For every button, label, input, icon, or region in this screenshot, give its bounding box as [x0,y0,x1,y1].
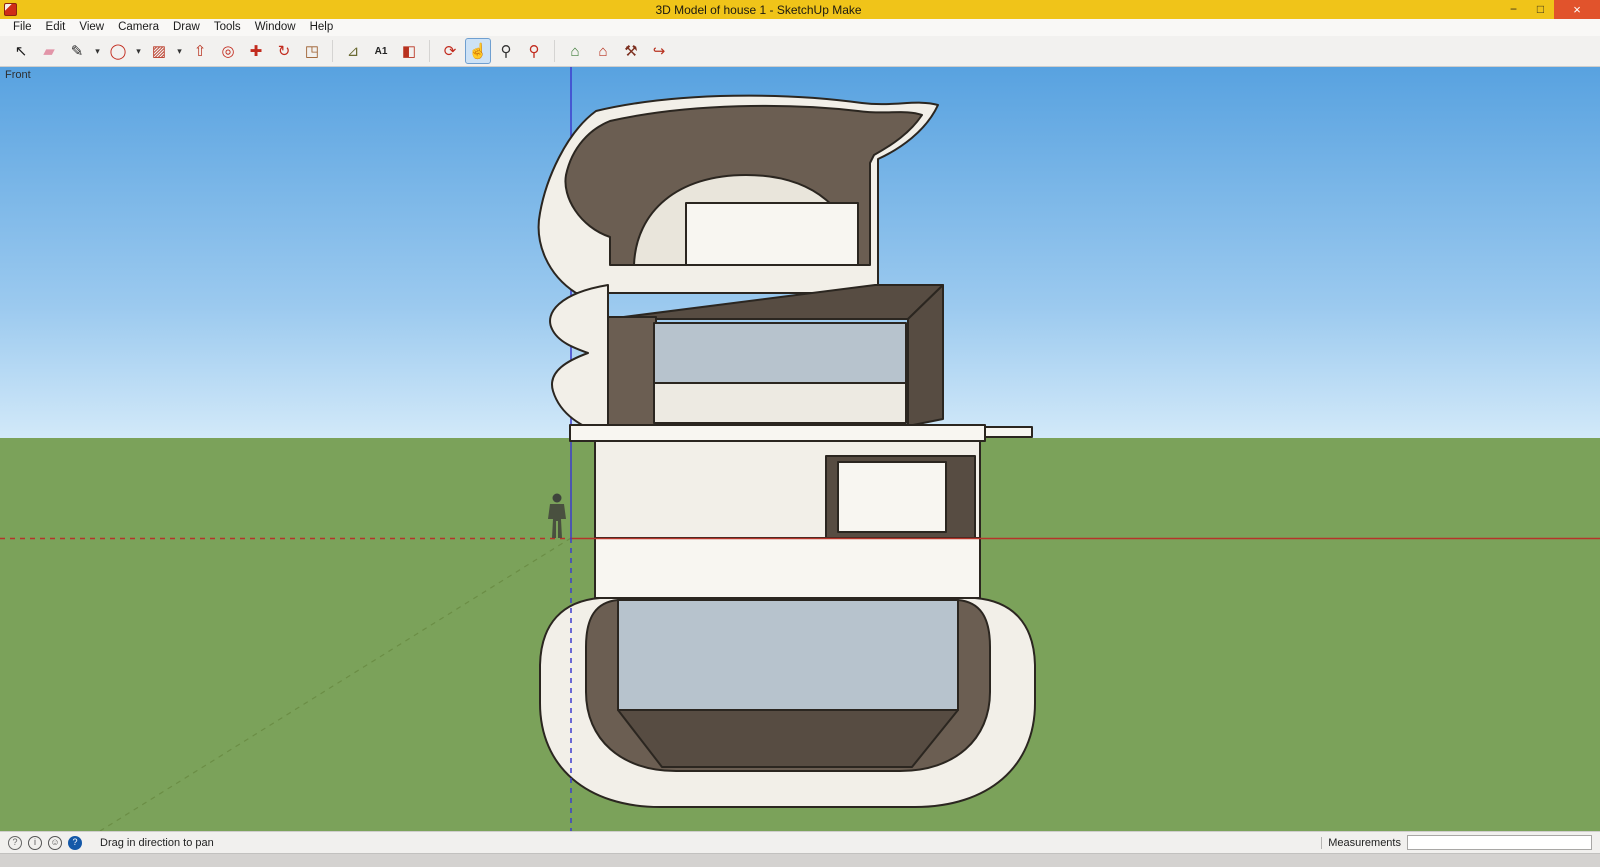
window-bottom-strip [0,853,1600,867]
toolbar-separator [332,40,333,62]
select-tool[interactable]: ↖ [8,38,34,64]
move-tool[interactable]: ✚ [243,38,269,64]
sketchup-window: 3D Model of house 1 - SketchUp Make − □ … [0,0,1600,867]
upper-left-wall [607,316,657,427]
maximize-button[interactable]: □ [1527,0,1554,19]
menu-tools[interactable]: Tools [207,19,248,36]
geolocate-icon[interactable]: ? [8,835,22,850]
ground-floor-lower-wall [594,537,981,599]
status-text: Drag in direction to pan [100,836,214,849]
floor-slab-ledge [984,426,1033,438]
sign-in-icon[interactable]: ☺ [48,835,62,850]
push-pull-tool[interactable]: ⇧ [187,38,213,64]
send-to-layout-tool[interactable]: ↪ [646,38,672,64]
text-tool[interactable]: A1 [368,38,394,64]
extension-warehouse-tool[interactable]: ⚒ [618,38,644,64]
eraser-tool[interactable]: ▰ [36,38,62,64]
line-dropdown[interactable]: ▾ [92,38,103,64]
upper-window-glass [653,322,907,384]
toolbar-separator [429,40,430,62]
menubar: File Edit View Camera Draw Tools Window Help [0,19,1600,36]
model-scene[interactable] [0,67,1600,831]
statusbar-icons: ? i ☺? [8,835,82,850]
help-icon[interactable]: ? [68,835,82,850]
menu-view[interactable]: View [72,19,111,36]
basement-floor [617,709,959,768]
window-title: 3D Model of house 1 - SketchUp Make [655,2,862,17]
share-model-tool[interactable]: ⌂ [590,38,616,64]
line-tool[interactable]: ✎ [64,38,90,64]
menu-help[interactable]: Help [303,19,341,36]
menu-draw[interactable]: Draw [166,19,207,36]
zoom-tool[interactable]: ⚲ [493,38,519,64]
arc-dropdown[interactable]: ▾ [133,38,144,64]
menu-camera[interactable]: Camera [111,19,166,36]
scale-figure-head [552,493,562,503]
viewport-canvas[interactable]: Front [0,67,1600,831]
view-label: Front [5,69,31,81]
measurements-label: Measurements [1328,836,1401,849]
ground-floor-window [837,461,947,533]
upper-wall-band [653,382,907,424]
rotate-tool[interactable]: ↻ [271,38,297,64]
titlebar[interactable]: 3D Model of house 1 - SketchUp Make − □ … [0,0,1600,19]
toolbar-separator [554,40,555,62]
circle-tool[interactable]: ◯ [105,38,131,64]
orbit-tool[interactable]: ⟳ [437,38,463,64]
pan-tool[interactable]: ☝ [465,38,491,64]
get-models-tool[interactable]: ⌂ [562,38,588,64]
close-button[interactable]: × [1554,0,1600,19]
floor-slab [569,424,986,442]
statusbar-divider [1321,836,1323,849]
zoom-extents-tool[interactable]: ⚲ [521,38,547,64]
rectangle-tool[interactable]: ▨ [146,38,172,64]
menu-file[interactable]: File [6,19,39,36]
offset-tool[interactable]: ◎ [215,38,241,64]
basement-glass [617,599,959,711]
statusbar: ? i ☺? Drag in direction to pan Measuremen… [0,831,1600,853]
scale-tool[interactable]: ◳ [299,38,325,64]
tape-measure-tool[interactable]: ⊿ [340,38,366,64]
shapes-dropdown[interactable]: ▾ [174,38,185,64]
minimize-button[interactable]: − [1500,0,1527,19]
menu-edit[interactable]: Edit [39,19,73,36]
measurements-input[interactable] [1407,835,1592,850]
window-controls: − □ × [1500,0,1600,19]
roof-back-wall [685,202,859,266]
credits-icon[interactable]: i [28,835,42,850]
menu-window[interactable]: Window [248,19,303,36]
toolbar: ↖ ▰ ✎ ▾ ◯ ▾ ▨ ▾ ⇧ ◎ ✚ ↻ ◳ ⊿ A1 ◧ ⟳ ☝ ⚲ ⚲ ⌂ ⌂ ⚒ ↪ [0,36,1600,67]
paint-bucket-tool[interactable]: ◧ [396,38,422,64]
sketchup-logo-icon [4,3,17,16]
